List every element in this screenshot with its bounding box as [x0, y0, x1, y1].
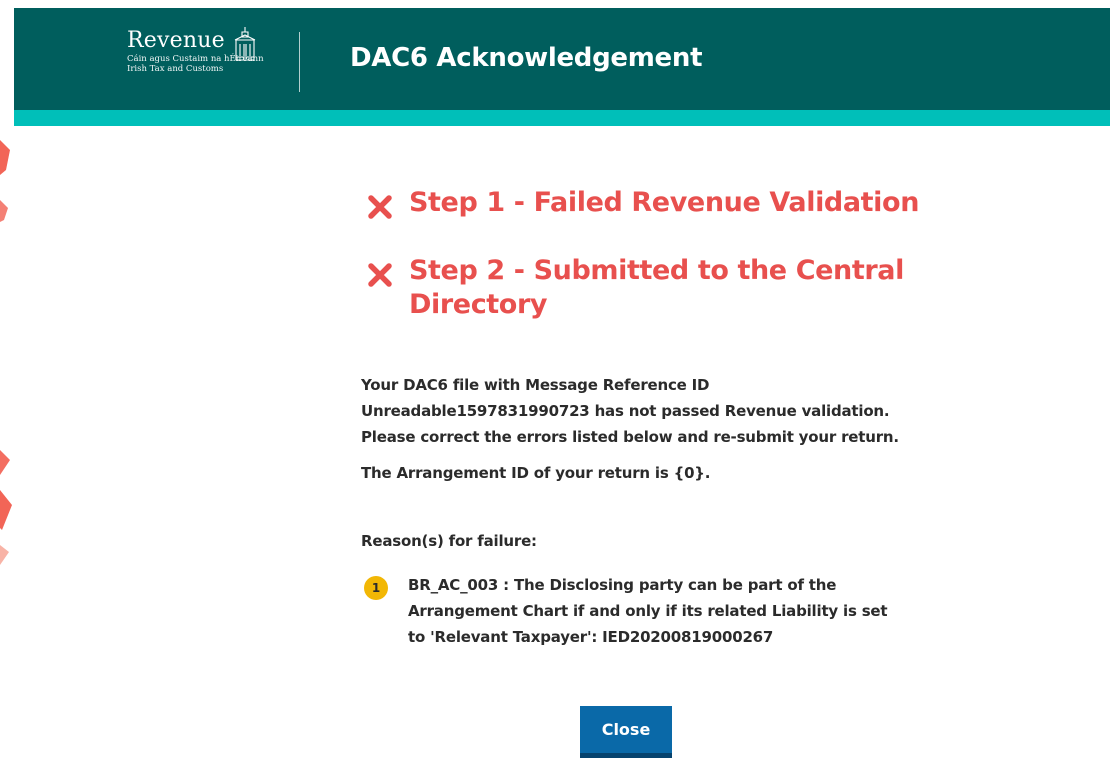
cross-icon	[368, 263, 392, 287]
header-divider	[299, 32, 300, 92]
arrangement-id-text: The Arrangement ID of your return is {0}…	[361, 464, 711, 482]
custom-house-crest-icon	[234, 27, 256, 61]
step-1-label: Step 1 - Failed Revenue Validation	[409, 187, 920, 218]
revenue-logo[interactable]: Revenue Cáin agus Custaim na hÉireann Ir…	[127, 27, 264, 74]
validation-message: Your DAC6 file with Message Reference ID…	[361, 372, 921, 450]
acknowledgement-page: Revenue Cáin agus Custaim na hÉireann Ir…	[0, 0, 1110, 781]
reason-text: BR_AC_003 : The Disclosing party can be …	[408, 576, 888, 646]
logo-subtitle-english: Irish Tax and Customs	[127, 64, 224, 74]
step-1-status: Step 1 - Failed Revenue Validation	[367, 186, 919, 220]
message-line-1: Your DAC6 file with Message Reference ID	[361, 376, 710, 394]
step-2-label: Step 2 - Submitted to the Central Direct…	[409, 255, 904, 320]
list-item: 1 BR_AC_003 : The Disclosing party can b…	[364, 572, 904, 650]
cross-icon	[368, 195, 392, 219]
message-line-3: Please correct the errors listed below a…	[361, 428, 899, 446]
reason-number-badge: 1	[364, 576, 388, 600]
reasons-heading: Reason(s) for failure:	[361, 532, 537, 550]
step-2-status: Step 2 - Submitted to the Central Direct…	[367, 254, 907, 322]
edge-decoration	[0, 140, 12, 565]
close-button[interactable]: Close	[580, 706, 672, 758]
message-line-2: Unreadable1597831990723 has not passed R…	[361, 402, 890, 420]
header-accent-stripe	[14, 110, 1110, 126]
page-title: DAC6 Acknowledgement	[350, 43, 703, 73]
